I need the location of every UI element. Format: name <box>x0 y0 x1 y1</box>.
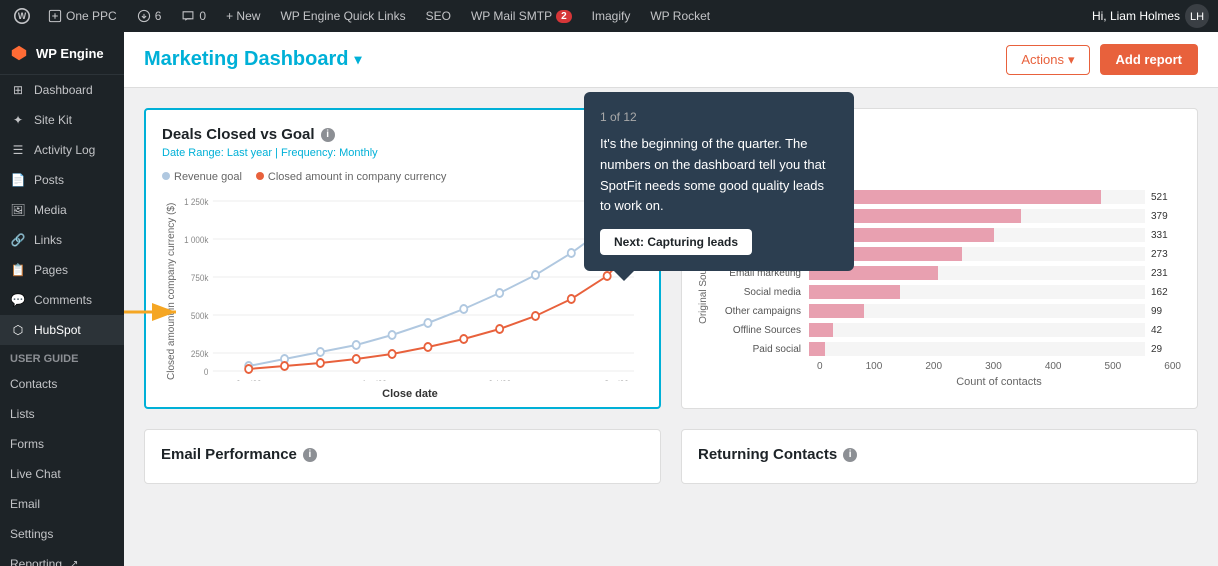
comments-icon: 💬 <box>10 293 26 307</box>
header-actions: Actions ▾ Add report <box>1006 44 1198 75</box>
tooltip-popup: 1 of 12 It's the beginning of the quarte… <box>584 92 854 271</box>
links-icon: 🔗 <box>10 233 26 247</box>
returning-contacts-card: Returning Contacts i <box>681 429 1198 484</box>
sidebar-item-posts[interactable]: 📄 Posts <box>0 165 124 195</box>
hubspot-arrow-indicator <box>124 300 184 324</box>
sidebar-item-live-chat[interactable]: Live Chat <box>0 459 124 489</box>
adminbar-comments[interactable]: 0 <box>173 0 214 32</box>
returning-contacts-info-icon[interactable]: i <box>843 448 857 462</box>
sidebar-item-hubspot[interactable]: ⬡ HubSpot <box>0 315 124 345</box>
sidebar-item-activity-log[interactable]: ☰ Activity Log <box>0 135 124 165</box>
add-report-button[interactable]: Add report <box>1100 44 1198 75</box>
sidebar-item-dashboard[interactable]: ⊞ Dashboard <box>0 75 124 105</box>
sidebar-item-links[interactable]: 🔗 Links <box>0 225 124 255</box>
adminbar-updates[interactable]: 6 <box>129 0 170 32</box>
sidebar-item-contacts[interactable]: Contacts <box>0 369 124 399</box>
sidebar-item-site-kit[interactable]: ✦ Site Kit <box>0 105 124 135</box>
email-performance-card: Email Performance i <box>144 429 661 484</box>
deals-card-title: Deals Closed vs Goal i <box>162 126 643 143</box>
sidebar-item-reporting[interactable]: Reporting ↗ <box>0 549 124 566</box>
svg-text:750k: 750k <box>191 273 209 284</box>
adminbar-wp-rocket[interactable]: WP Rocket <box>642 0 718 32</box>
svg-text:Jan '22: Jan '22 <box>236 379 262 381</box>
svg-text:LH: LH <box>1190 11 1204 23</box>
svg-text:1 250k: 1 250k <box>184 197 209 208</box>
svg-text:Oct '22: Oct '22 <box>603 379 628 381</box>
deals-info-icon[interactable]: i <box>321 128 335 142</box>
sidebar-item-pages[interactable]: 📋 Pages <box>0 255 124 285</box>
bar-chart-row: Other campaigns 99 <box>709 304 1181 318</box>
media-icon: 🖼 <box>10 203 26 217</box>
page-header: Marketing Dashboard ▾ Actions ▾ Add repo… <box>124 32 1218 88</box>
mail-badge: 2 <box>556 10 572 23</box>
tooltip-counter: 1 of 12 <box>600 108 838 126</box>
bar-chart-row: Social media 162 <box>709 285 1181 299</box>
sidebar: WP Engine ⊞ Dashboard ✦ Site Kit ☰ Activ… <box>0 32 124 566</box>
svg-text:Jul '22: Jul '22 <box>488 379 511 381</box>
actions-button[interactable]: Actions ▾ <box>1006 45 1089 75</box>
deals-y-axis-label: Closed amount in company currency ($) <box>162 191 177 391</box>
email-performance-title: Email Performance i <box>161 446 644 463</box>
legend-closed-amount: Closed amount in company currency <box>256 171 447 183</box>
email-info-icon[interactable]: i <box>303 448 317 462</box>
contacts-x-axis-ticks: 0 100 200 300 400 500 600 <box>817 361 1181 372</box>
deals-chart-svg-wrap: 1 250k 1 000k 750k 500k 250k 0 Jan '22 A… <box>177 191 643 391</box>
dashboard-icon: ⊞ <box>10 83 26 97</box>
admin-bar: W One PPC 6 0 + New WP Engine Quick Link… <box>0 0 1218 32</box>
bar-chart-row: Offline Sources 42 <box>709 323 1181 337</box>
sidebar-item-settings[interactable]: Settings <box>0 519 124 549</box>
deals-chart-legend: Revenue goal Closed amount in company cu… <box>162 171 643 183</box>
tooltip-text: It's the beginning of the quarter. The n… <box>600 134 838 217</box>
posts-icon: 📄 <box>10 173 26 187</box>
deals-card-subtitle: Date Range: Last year | Frequency: Month… <box>162 147 643 159</box>
returning-contacts-title: Returning Contacts i <box>698 446 1181 463</box>
svg-text:W: W <box>18 11 27 21</box>
deals-chart-container: Closed amount in company currency ($) 1 … <box>162 191 643 391</box>
sidebar-item-email[interactable]: Email <box>0 489 124 519</box>
site-kit-icon: ✦ <box>10 113 26 127</box>
adminbar-imagify[interactable]: Imagify <box>584 0 639 32</box>
adminbar-new[interactable]: + New <box>218 0 268 32</box>
deals-line-chart: 1 250k 1 000k 750k 500k 250k 0 Jan '22 A… <box>177 191 643 381</box>
actions-dropdown-icon: ▾ <box>1068 52 1075 68</box>
svg-text:250k: 250k <box>191 349 209 360</box>
sidebar-item-comments[interactable]: 💬 Comments <box>0 285 124 315</box>
sidebar-item-media[interactable]: 🖼 Media <box>0 195 124 225</box>
contacts-x-axis-label: Count of contacts <box>817 376 1181 388</box>
adminbar-seo[interactable]: SEO <box>418 0 459 32</box>
bar-chart-row: Paid social 29 <box>709 342 1181 356</box>
page-title: Marketing Dashboard ▾ <box>144 48 362 71</box>
deals-x-axis-label: Close date <box>177 388 643 400</box>
legend-revenue-goal: Revenue goal <box>162 171 242 183</box>
sidebar-brand[interactable]: WP Engine <box>0 32 124 75</box>
svg-text:0: 0 <box>204 367 209 378</box>
adminbar-site-name[interactable]: One PPC <box>40 0 125 32</box>
hubspot-icon: ⬡ <box>10 323 26 337</box>
adminbar-wp-engine[interactable]: WP Engine Quick Links <box>272 0 413 32</box>
content-area: Marketing Dashboard ▾ Actions ▾ Add repo… <box>124 32 1218 566</box>
title-dropdown-icon[interactable]: ▾ <box>354 51 361 68</box>
tooltip-next-button[interactable]: Next: Capturing leads <box>600 229 752 255</box>
pages-icon: 📋 <box>10 263 26 277</box>
user-guide-label: User Guide <box>0 345 124 369</box>
wp-logo[interactable]: W <box>8 0 36 32</box>
sidebar-item-forms[interactable]: Forms <box>0 429 124 459</box>
svg-text:1 000k: 1 000k <box>184 235 209 246</box>
adminbar-mail-smtp[interactable]: WP Mail SMTP 2 <box>463 0 580 32</box>
svg-text:500k: 500k <box>191 311 209 322</box>
adminbar-user: Hi, Liam Holmes LH <box>1092 3 1210 29</box>
svg-text:Apr '22: Apr '22 <box>362 379 388 381</box>
sidebar-item-lists[interactable]: Lists <box>0 399 124 429</box>
activity-log-icon: ☰ <box>10 143 26 157</box>
